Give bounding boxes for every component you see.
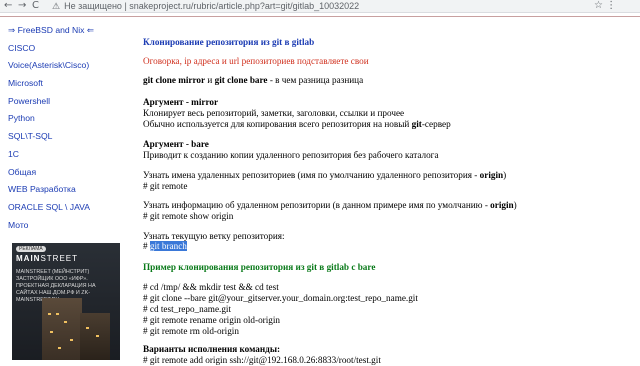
info-command: # git remote show origin xyxy=(143,211,234,221)
example-title: Пример клонирования репозитория из git в… xyxy=(143,262,376,272)
info-desc: Узнать информацию об удаленном репозитор… xyxy=(143,200,517,210)
security-label: Не защищено xyxy=(64,1,122,11)
sidebar-item-cisco[interactable]: CISCO xyxy=(8,40,118,58)
cmd-line: # git remote rm old-origin xyxy=(143,326,239,336)
ad-building-image-2 xyxy=(80,313,110,360)
article-title: Клонирование репозитория из git в gitlab xyxy=(143,37,315,47)
cmd-line: # cd /tmp/ && mkdir test && cd test xyxy=(143,282,279,292)
cmd-line: # cd test_repo_name.git xyxy=(143,304,232,314)
advertisement-banner[interactable]: РЕКЛАМА MAINSTREET MAINSTREET (МЕЙНСТРИТ… xyxy=(12,243,120,360)
bare-desc: Приводит к созданию копии удаленного реп… xyxy=(143,150,439,160)
mirror-desc-1: Клонирует весь репозиторий, заметки, заг… xyxy=(143,108,405,118)
variants-heading: Варианты исполнения команды: xyxy=(143,344,281,354)
ad-building-image xyxy=(42,298,82,360)
selected-text[interactable]: git branch xyxy=(149,241,187,251)
address-bar[interactable]: ⚠ Не защищено | snakeproject.ru/rubric/ar… xyxy=(52,0,359,13)
article-note: Оговорка, ip адреса и url репозиториев п… xyxy=(143,56,369,66)
back-icon[interactable]: ← xyxy=(4,0,12,12)
clone-difference-line: git clone mirror и git clone bare - в че… xyxy=(143,75,364,85)
cmd-line: # git remote rename origin old-origin xyxy=(143,315,281,325)
sidebar-nav: ⇒ FreeBSD and Nix ⇐ CISCO Voice(Asterisk… xyxy=(8,22,118,234)
sidebar-home-link[interactable]: ⇒ FreeBSD and Nix ⇐ xyxy=(8,22,118,40)
sidebar-item-moto[interactable]: Мото xyxy=(8,217,118,235)
header-divider xyxy=(0,16,640,17)
bookmark-and-menu-icons[interactable]: ☆ ⋮ xyxy=(594,0,616,12)
forward-icon[interactable]: → xyxy=(18,0,26,12)
mirror-heading: Аргумент - mirror xyxy=(143,97,219,107)
cmd-line: # git clone --bare git@your_gitserver.yo… xyxy=(143,293,418,303)
mirror-desc-2: Обычно используется для копирования всег… xyxy=(143,119,451,129)
remotes-command: # git remote xyxy=(143,181,188,191)
browser-toolbar: ← → C ⚠ Не защищено | snakeproject.ru/rub… xyxy=(0,0,640,13)
sidebar-item-voice[interactable]: Voice(Asterisk\Cisco) xyxy=(8,57,118,75)
bare-heading: Аргумент - bare xyxy=(143,139,209,149)
sidebar-item-sql[interactable]: SQL\T-SQL xyxy=(8,128,118,146)
sidebar-item-powershell[interactable]: Powershell xyxy=(8,93,118,111)
remotes-desc: Узнать имена удаленных репозиториев (имя… xyxy=(143,170,507,180)
reload-icon[interactable]: C xyxy=(32,0,39,12)
sidebar-item-1c[interactable]: 1C xyxy=(8,146,118,164)
sidebar-item-web[interactable]: WEB Разработка xyxy=(8,181,118,199)
sidebar-item-python[interactable]: Python xyxy=(8,110,118,128)
ad-badge: РЕКЛАМА xyxy=(16,246,46,252)
sidebar-item-microsoft[interactable]: Microsoft xyxy=(8,75,118,93)
warning-icon: ⚠ xyxy=(52,2,61,12)
branch-command[interactable]: # git branch xyxy=(143,241,187,252)
sidebar-item-general[interactable]: Общая xyxy=(8,164,118,182)
sidebar-item-oracle[interactable]: ORACLE SQL \ JAVA xyxy=(8,199,118,217)
ad-brand-logo: MAINSTREET xyxy=(16,254,79,263)
cmd-line: # git remote add origin ssh://git@192.16… xyxy=(143,355,381,365)
url-text: | snakeproject.ru/rubric/article.php?art… xyxy=(124,1,360,11)
